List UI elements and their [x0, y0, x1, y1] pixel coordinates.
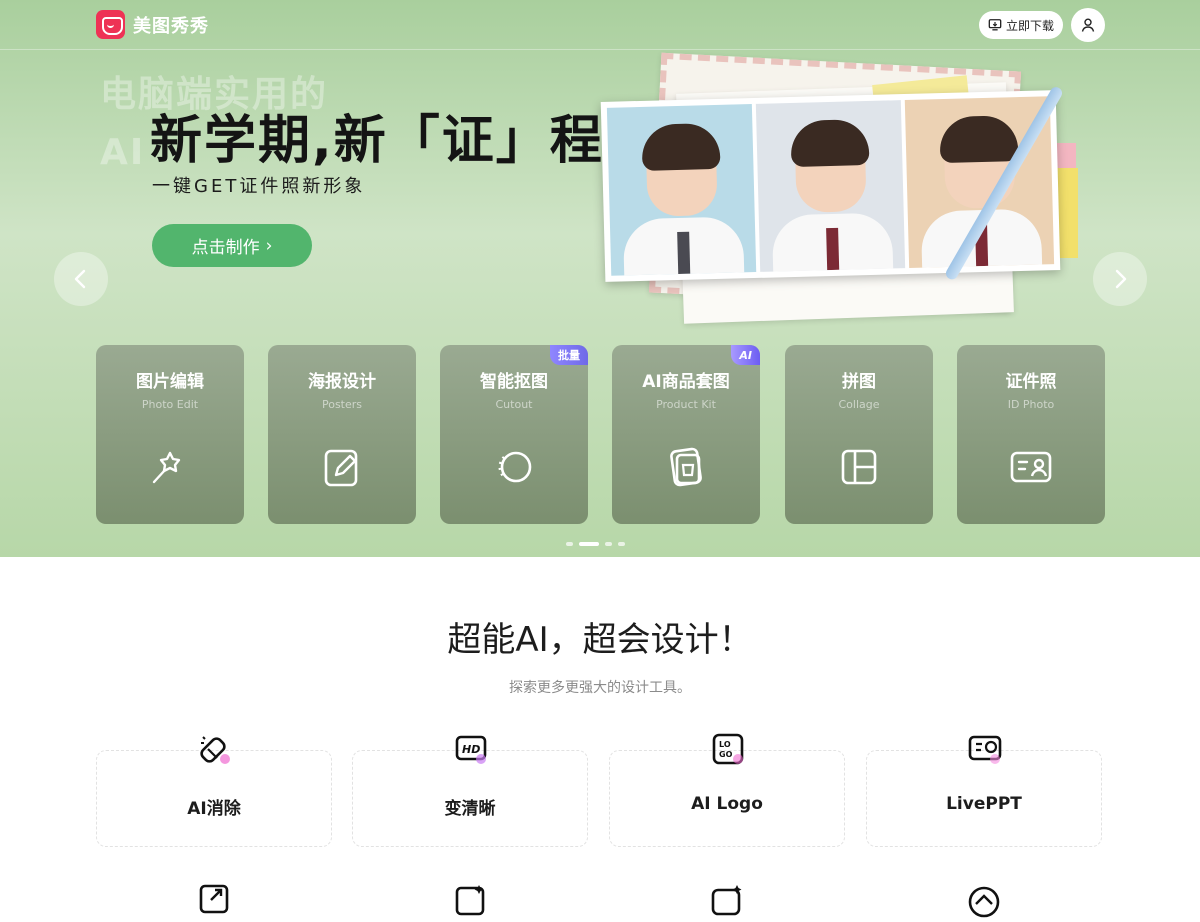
- feature-label: 变清晰: [444, 799, 496, 819]
- tool-card-id-photo[interactable]: 证件照 ID Photo: [957, 345, 1105, 524]
- tool-card-cutout[interactable]: 批量 智能抠图 Cutout: [440, 345, 588, 524]
- tool-name: 证件照: [1005, 372, 1057, 392]
- cutout-icon: [492, 445, 536, 489]
- tool-card-product-kit[interactable]: AI AI商品套图 Product Kit: [612, 345, 760, 524]
- meitu-logo-icon: [96, 10, 125, 39]
- tool-en: Posters: [321, 398, 363, 411]
- feature-card-enhance[interactable]: HD 变清晰: [352, 735, 588, 847]
- tool-en: ID Photo: [1007, 398, 1055, 411]
- tool-name: 拼图: [842, 372, 876, 392]
- tool-cards: 图片编辑 Photo Edit 海报设计 Posters 批量 智能抠图 Cut…: [96, 345, 1105, 524]
- collage-icon: [837, 445, 881, 489]
- section-subtitle: 探索更多更强大的设计工具。: [509, 680, 691, 696]
- feature-label: LivePPT: [946, 794, 1022, 814]
- magic-wand-icon: [148, 445, 192, 489]
- user-avatar-button[interactable]: [1071, 8, 1105, 42]
- batch-badge: 批量: [550, 345, 588, 365]
- tool-en: Photo Edit: [141, 398, 199, 411]
- carousel-prev-button[interactable]: [54, 252, 108, 306]
- id-photo-illustration: [595, 52, 1140, 328]
- tool-card-photo-edit[interactable]: 图片编辑 Photo Edit: [96, 345, 244, 524]
- banner-subtitle: 一键GET证件照新形象: [152, 176, 366, 197]
- top-navigation: 美图秀秀 立即下载: [0, 0, 1200, 50]
- brand-name: 美图秀秀: [133, 15, 209, 37]
- expand-icon: [197, 882, 233, 918]
- chevron-right-icon: [1115, 269, 1127, 289]
- banner-title: 新学期,新「证」程: [150, 111, 604, 171]
- kid-photo-boy: [606, 104, 757, 276]
- cta-label: 点击制作: [191, 238, 260, 258]
- carousel-dot[interactable]: [566, 542, 573, 546]
- carousel-dot[interactable]: [618, 542, 625, 546]
- feature-card-liveppt[interactable]: LivePPT: [866, 735, 1102, 847]
- svg-text:GO: GO: [719, 750, 733, 759]
- carousel-dot-active[interactable]: [579, 542, 599, 546]
- tool-name: 海报设计: [308, 372, 376, 392]
- product-kit-icon: [664, 445, 708, 489]
- download-button[interactable]: 立即下载: [979, 11, 1063, 39]
- tool-name: AI商品套图: [642, 372, 730, 392]
- edit-icon: [320, 445, 364, 489]
- feature-card-ai-erase[interactable]: AI消除: [96, 736, 332, 847]
- kid-photo-girl-braids: [755, 100, 906, 272]
- carousel-dot[interactable]: [605, 542, 612, 546]
- download-icon: [988, 19, 1002, 31]
- photo-strip: [600, 90, 1061, 282]
- sparkle-image-icon: [453, 882, 489, 918]
- tool-en: Product Kit: [656, 398, 716, 411]
- feature-label: AI消除: [187, 799, 241, 819]
- ai-badge: AI: [731, 345, 760, 365]
- ppt-icon: [967, 731, 1003, 767]
- eraser-icon: [197, 731, 233, 767]
- brand-logo[interactable]: 美图秀秀: [96, 10, 209, 39]
- section-title: 超能AI，超会设计！: [447, 620, 753, 660]
- banner-cta-button[interactable]: 点击制作 ›: [152, 224, 312, 267]
- text-effect-icon: [709, 882, 745, 918]
- chevron-left-icon: [74, 269, 86, 289]
- carousel-next-button[interactable]: [1093, 252, 1147, 306]
- tool-en: Collage: [838, 398, 880, 411]
- logo-icon: LO GO: [710, 731, 746, 767]
- hero-banner: 美图秀秀 立即下载 电脑端实用的 AI 新学期,新「证」程 一键GET证件照新形…: [0, 0, 1200, 557]
- id-card-icon: [1009, 445, 1053, 489]
- chevron-right-icon: ›: [265, 235, 273, 256]
- feature-card-ai-logo[interactable]: LO GO AI Logo: [609, 733, 845, 847]
- carousel-dots: [566, 542, 625, 546]
- shape-icon: [966, 882, 1002, 918]
- user-icon: [1081, 18, 1095, 32]
- tool-card-posters[interactable]: 海报设计 Posters: [268, 345, 416, 524]
- download-label: 立即下载: [1005, 18, 1054, 33]
- feature-label: AI Logo: [691, 794, 763, 814]
- hd-icon: HD: [453, 731, 489, 767]
- svg-text:HD: HD: [462, 743, 480, 756]
- tool-name: 智能抠图: [480, 372, 548, 392]
- svg-text:LO: LO: [719, 740, 731, 749]
- tool-name: 图片编辑: [136, 372, 204, 392]
- tool-en: Cutout: [495, 398, 533, 411]
- tool-card-collage[interactable]: 拼图 Collage: [785, 345, 933, 524]
